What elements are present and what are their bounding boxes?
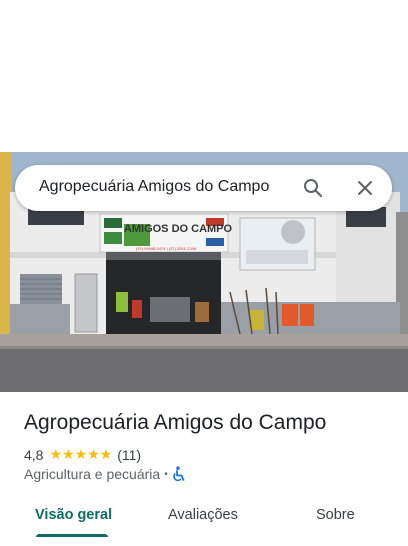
tab-reviews[interactable]: Avaliações (168, 507, 238, 523)
active-tab-indicator (36, 534, 108, 537)
search-icon[interactable] (299, 174, 327, 202)
tab-overview[interactable]: Visão geral (35, 507, 112, 523)
rating-value: 4,8 (24, 446, 44, 463)
place-title: Agropecuária Amigos do Campo (24, 411, 327, 434)
review-count[interactable]: (11) (117, 447, 141, 463)
sign-phones: (37) 99948-0474 | (37) 3261-2346 (136, 246, 197, 251)
tab-about[interactable]: Sobre (316, 507, 355, 523)
rating-row[interactable]: 4,8 ★★★★★ (11) (24, 446, 141, 463)
close-icon[interactable] (351, 174, 379, 202)
place-category: Agricultura e pecuária (24, 466, 161, 482)
wheelchair-accessible-icon (172, 466, 188, 482)
star-rating-icon: ★★★★★ (49, 446, 113, 462)
separator-dot: • (164, 468, 168, 480)
category-row: Agricultura e pecuária • (24, 466, 188, 482)
place-tabs: Visão geral Avaliações Sobre (0, 504, 408, 546)
search-bar[interactable]: Agropecuária Amigos do Campo (15, 165, 392, 211)
sign-text: AMIGOS DO CAMPO (124, 223, 233, 235)
search-input[interactable]: Agropecuária Amigos do Campo (39, 178, 269, 196)
